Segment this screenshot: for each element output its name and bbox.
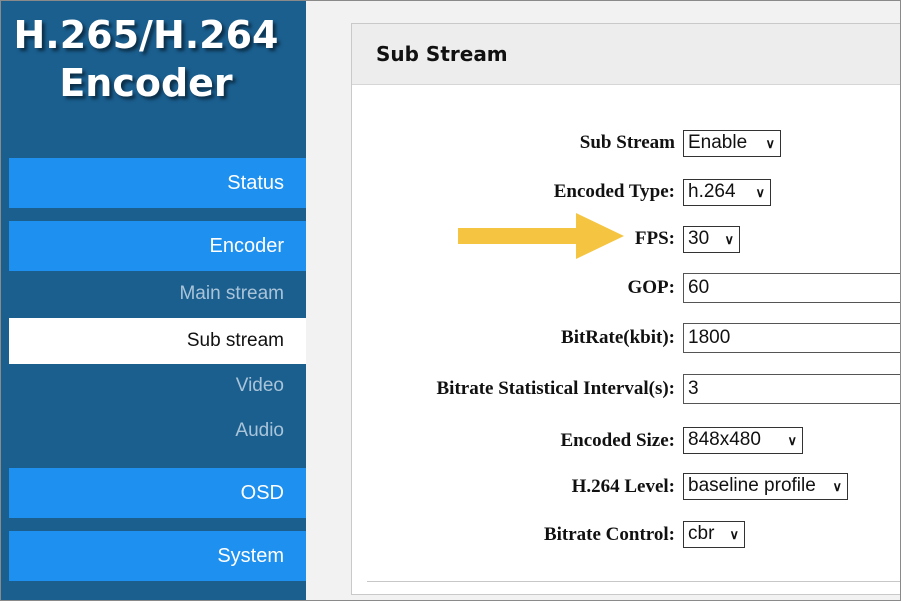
bitrate-interval-label: Bitrate Statistical Interval(s): [436, 378, 676, 399]
encoded-size-label: Encoded Size: [560, 430, 675, 451]
sidebar: H.265/H.264 Encoder Status Encoder Main … [1, 1, 306, 600]
fps-value: 30 [688, 228, 710, 249]
app-title: H.265/H.264 Encoder [1, 11, 291, 107]
sidebar-item-encoder[interactable]: Encoder [9, 221, 306, 271]
sidebar-item-audio[interactable]: Audio [9, 412, 306, 450]
h264-level-select[interactable]: baseline profile ∨ [683, 473, 848, 500]
bitrate-input[interactable]: 1800 [683, 323, 900, 353]
sidebar-item-system[interactable]: System [9, 531, 306, 581]
sub-stream-select[interactable]: Enable ∨ [683, 130, 781, 157]
chevron-down-icon: ∨ [724, 232, 734, 247]
app-title-line2: Encoder [59, 61, 233, 105]
encoded-size-value: 848x480 [688, 429, 761, 450]
sidebar-item-sub-stream[interactable]: Sub stream [9, 318, 306, 364]
encoded-type-label: Encoded Type: [553, 181, 675, 202]
sub-stream-label: Sub Stream [579, 132, 675, 153]
encoded-type-value: h.264 [688, 181, 736, 202]
chevron-down-icon: ∨ [765, 136, 775, 151]
panel-divider [367, 581, 900, 582]
chevron-down-icon: ∨ [832, 479, 842, 494]
bitrate-interval-input[interactable]: 3 [683, 374, 900, 404]
encoded-size-select[interactable]: 848x480 ∨ [683, 427, 803, 454]
panel-title: Sub Stream [376, 42, 508, 66]
sidebar-item-status[interactable]: Status [9, 158, 306, 208]
app-title-line1: H.265/H.264 [13, 13, 279, 57]
gop-label: GOP: [627, 277, 676, 298]
sidebar-item-main-stream[interactable]: Main stream [9, 275, 306, 313]
fps-label: FPS: [634, 228, 675, 249]
chevron-down-icon: ∨ [729, 527, 739, 542]
h264-level-label: H.264 Level: [571, 476, 675, 497]
bitrate-label: BitRate(kbit): [561, 327, 675, 348]
sub-stream-panel: Sub Stream Sub Stream Enable ∨ Encoded T… [351, 23, 900, 595]
gop-input[interactable]: 60 [683, 273, 900, 303]
sidebar-item-osd[interactable]: OSD [9, 468, 306, 518]
h264-level-value: baseline profile [688, 475, 816, 496]
fps-select[interactable]: 30 ∨ [683, 226, 740, 253]
sub-stream-value: Enable [688, 132, 748, 153]
panel-header: Sub Stream [352, 24, 900, 85]
arrow-right-icon [458, 213, 624, 259]
chevron-down-icon: ∨ [755, 185, 765, 200]
bitrate-control-label: Bitrate Control: [543, 524, 675, 545]
bitrate-control-value: cbr [688, 523, 715, 544]
chevron-down-icon: ∨ [787, 433, 797, 448]
sidebar-item-video[interactable]: Video [9, 367, 306, 405]
bitrate-control-select[interactable]: cbr ∨ [683, 521, 745, 548]
app-window: H.265/H.264 Encoder Status Encoder Main … [0, 0, 901, 601]
encoded-type-select[interactable]: h.264 ∨ [683, 179, 771, 206]
